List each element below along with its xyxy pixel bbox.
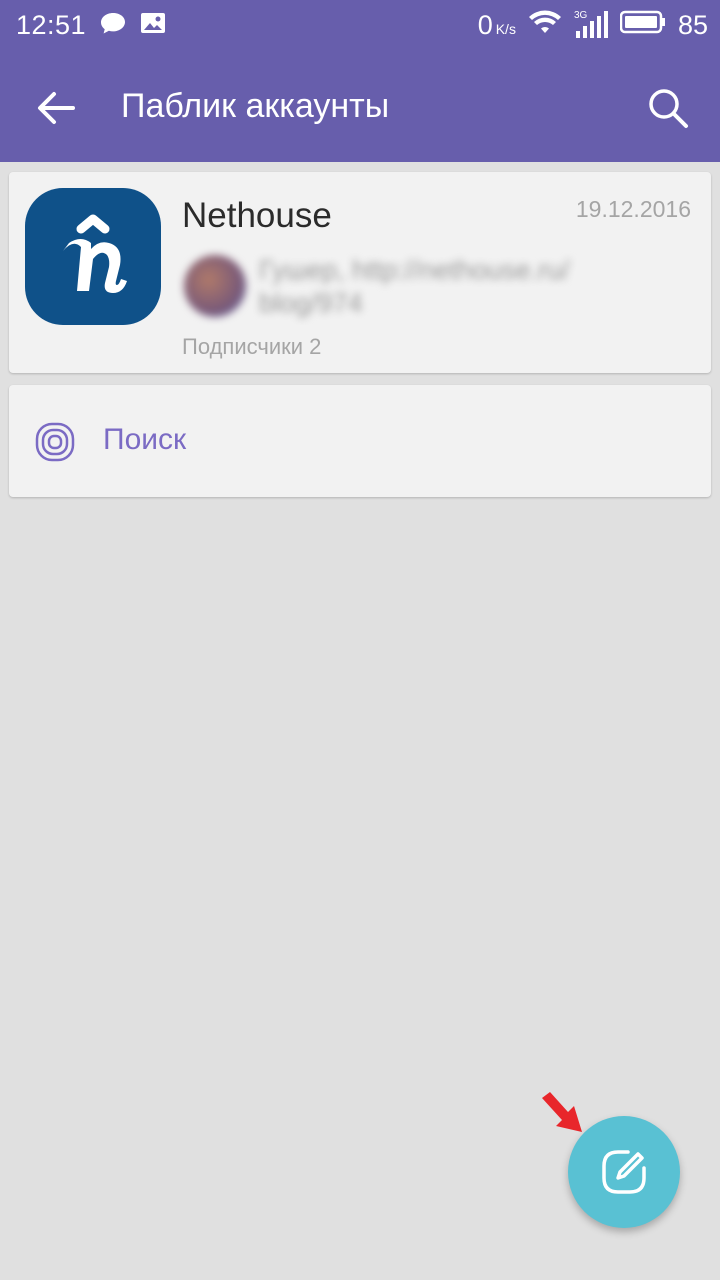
- nethouse-logo: [25, 188, 161, 325]
- public-accounts-icon: [35, 422, 75, 462]
- network-speed-unit: K/s: [495, 20, 516, 37]
- annotation-arrow-icon: [538, 1088, 588, 1138]
- public-account-item[interactable]: Nethouse 19.12.2016 Гушер, http://nethou…: [9, 172, 711, 373]
- back-button[interactable]: [26, 78, 86, 138]
- last-message-date: 19.12.2016: [575, 196, 691, 222]
- image-icon: [140, 11, 166, 40]
- search-icon: [649, 89, 688, 128]
- app-toolbar: Паблик аккаунты: [0, 50, 720, 162]
- chat-bubble-icon: [100, 11, 126, 40]
- last-message-preview: Гушер, http://nethouse.ru/ blog/974: [259, 255, 570, 318]
- page-title: Паблик аккаунты: [121, 87, 390, 125]
- search-label: Поиск: [103, 423, 187, 456]
- compose-button[interactable]: [568, 1116, 680, 1228]
- account-name: Nethouse: [182, 196, 332, 235]
- sender-avatar: [184, 255, 246, 317]
- wifi-icon: [528, 9, 562, 42]
- status-time: 12:51: [16, 9, 87, 40]
- signal-icon: 3G: [574, 11, 608, 39]
- search-button[interactable]: [638, 78, 698, 138]
- status-bar: 12:51 0 K/s 3G 85: [0, 0, 720, 50]
- network-speed: 0 K/s: [477, 9, 516, 40]
- arrow-back-icon: [38, 92, 75, 124]
- subscribers-count: Подписчики 2: [182, 334, 322, 359]
- compose-icon: [602, 1150, 646, 1194]
- search-public-accounts-item[interactable]: Поиск: [9, 385, 711, 497]
- battery-icon: [619, 10, 666, 41]
- battery-level: 85: [677, 9, 708, 40]
